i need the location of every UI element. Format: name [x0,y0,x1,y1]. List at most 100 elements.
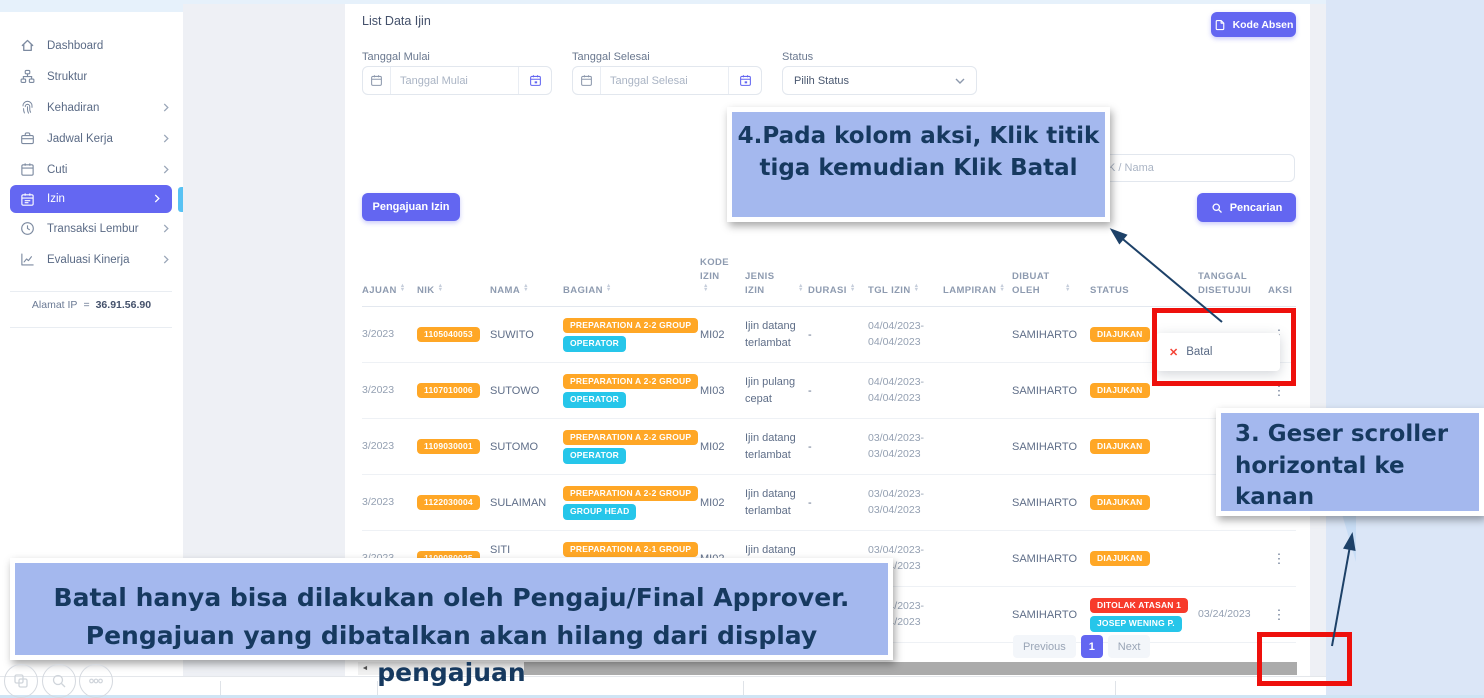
fingerprint-icon [20,100,35,115]
cell-nik: 1122030004 [417,494,490,512]
sidebar-item-label: Kehadiran [47,102,163,114]
cell-bagian: PREPARATION A 2-2 GROUP OPERATOR [563,372,700,409]
column-header[interactable]: LAMPIRAN▲▼ [943,284,1012,298]
cell-nik: 1107010006 [417,382,490,400]
page-1-button[interactable]: 1 [1081,635,1103,658]
chevron-right-icon [163,224,171,234]
page-title: List Data Ijin [362,14,431,28]
cell-durasi: - [808,495,868,512]
sidebar-item-jadwal-kerja[interactable]: Jadwal Kerja [0,123,183,154]
highlight-box-scrollbar-arrow [1257,632,1352,686]
cell-status: DIAJUKAN [1090,494,1198,512]
calendar-picker-icon[interactable] [728,67,761,94]
nik-badge: 1122030004 [417,495,480,510]
capture-magnifier-button[interactable] [42,664,76,698]
sidebar-item-evaluasi-kinerja[interactable]: Evaluasi Kinerja [0,244,183,275]
cell-nik: 1109030001 [417,438,490,456]
cell-nama: SUTOWO [490,383,563,400]
sidebar-item-kehadiran[interactable]: Kehadiran [0,92,183,123]
top-frame-strip [0,0,1326,4]
pengajuan-izin-button[interactable]: Pengajuan Izin [362,193,460,221]
sidebar-item-struktur[interactable]: Struktur [0,61,183,92]
sidebar-item-cuti[interactable]: Cuti [0,154,183,185]
column-header[interactable]: TGL IZIN▲▼ [868,284,943,298]
bagian-badge: PREPARATION A 2-2 GROUP [563,486,698,501]
column-header[interactable]: NIK▲▼ [417,284,490,298]
bagian-badge: PREPARATION A 2-2 GROUP [563,318,698,333]
cell-nama: SULAIMAN [490,495,563,512]
previous-page-button[interactable]: Previous [1013,635,1076,658]
cell-tgl-pengajuan: 3/2023 [362,495,417,511]
cell-kode-izin: MI02 [700,495,745,512]
sidebar-item-label: Transaksi Lembur [47,223,163,235]
next-page-button[interactable]: Next [1108,635,1151,658]
ip-separator: = [83,299,89,311]
cell-tgl-izin: 03/04/2023-03/04/2023 [868,487,943,519]
sort-arrows-icon: ▲▼ [703,285,709,292]
chevron-down-icon [955,75,965,87]
column-header[interactable]: KODE IZIN▲▼ [700,256,745,297]
sidebar-item-transaksi-lembur[interactable]: Transaksi Lembur [0,213,183,244]
sidebar-menu: Dashboard Struktur Kehadiran Jadwal Kerja Cu… [0,30,183,275]
cell-dibuat-oleh: SAMIHARTO [1012,495,1090,512]
cell-dibuat-oleh: SAMIHARTO [1012,439,1090,456]
sidebar-item-dashboard[interactable]: Dashboard [0,30,183,61]
search-input[interactable] [1085,154,1295,182]
cell-dibuat-oleh: SAMIHARTO [1012,551,1090,568]
column-header: AKSI [1268,284,1296,298]
status-label: Status [782,51,813,63]
kebab-menu-icon[interactable]: ⋮ [1268,549,1296,569]
tanggal-selesai-input[interactable] [601,67,728,94]
active-item-accent-bar [178,187,183,212]
cell-bagian: PREPARATION A 2-2 GROUPOPERATOR [563,316,700,353]
sidebar-item-label: Cuti [47,164,163,176]
column-header[interactable]: NAMA▲▼ [490,284,563,298]
cell-dibuat-oleh: SAMIHARTO [1012,607,1090,624]
ip-address-row: Alamat IP = 36.91.56.90 [0,299,183,311]
right-background-panel [1326,0,1484,698]
scrollbar-thumb[interactable] [524,662,1297,675]
sidebar-item-label: Dashboard [47,40,171,52]
status-select[interactable]: Pilih Status [782,66,977,95]
tanggal-mulai-input[interactable] [391,67,518,94]
sidebar-divider [10,291,172,292]
bagian-badge: OPERATOR [563,392,626,407]
capture-more-options-button[interactable] [79,664,113,698]
tanggal-mulai-field [362,66,552,95]
annotation-note: Batal hanya bisa dilakukan oleh Pengaju/… [10,558,893,660]
nik-badge: 1105040053 [417,327,480,342]
sort-arrows-icon: ▲▼ [438,285,444,292]
sort-arrows-icon: ▲▼ [999,285,1005,292]
column-header[interactable]: DURASI▲▼ [808,284,868,298]
column-header[interactable]: AJUAN▲▼ [362,284,417,298]
home-icon [20,38,35,53]
cell-kode-izin: MI02 [700,327,745,344]
cell-jenis-izin: Ijin datang terlambat [745,486,808,519]
bagian-badge: PREPARATION A 2-2 GROUP [563,374,698,389]
column-header: TANGGAL DISETUJUI [1198,270,1268,298]
scroll-left-arrow[interactable]: ◄ [358,662,372,675]
calendar-picker-icon[interactable] [518,67,551,94]
cell-dibuat-oleh: SAMIHARTO [1012,327,1090,344]
annotation-step-3: 3. Geser scroller horizontal ke kanan [1216,408,1484,516]
cell-bagian: PREPARATION A 2-2 GROUP GROUP HEAD [563,484,700,521]
column-header[interactable]: JENIS IZIN▲▼ [745,270,808,298]
org-chart-icon [20,69,35,84]
cell-nama: SUWITO [490,327,563,344]
bagian-badge: GROUP HEAD [563,504,636,519]
column-header[interactable]: DIBUAT OLEH▲▼ [1012,270,1090,298]
cell-tgl-pengajuan: 3/2023 [362,383,417,399]
capture-camera-button[interactable] [4,664,38,698]
column-header[interactable]: BAGIAN▲▼ [563,284,700,298]
kode-absen-button[interactable]: Kode Absen [1211,12,1296,37]
note-icon [1214,19,1226,31]
kebab-menu-icon[interactable]: ⋮ [1268,605,1296,625]
pengajuan-izin-label: Pengajuan Izin [372,201,449,213]
pencarian-button[interactable]: Pencarian [1197,193,1296,222]
sidebar-item-izin[interactable]: Izin [10,185,172,213]
cell-nik: 1105040053 [417,326,490,344]
annotation-step-4: 4.Pada kolom aksi, Klik titik tiga kemud… [727,107,1110,222]
status-badge: DITOLAK ATASAN 1 [1090,598,1188,613]
sidebar-item-label: Evaluasi Kinerja [47,254,163,266]
cell-durasi: - [808,439,868,456]
